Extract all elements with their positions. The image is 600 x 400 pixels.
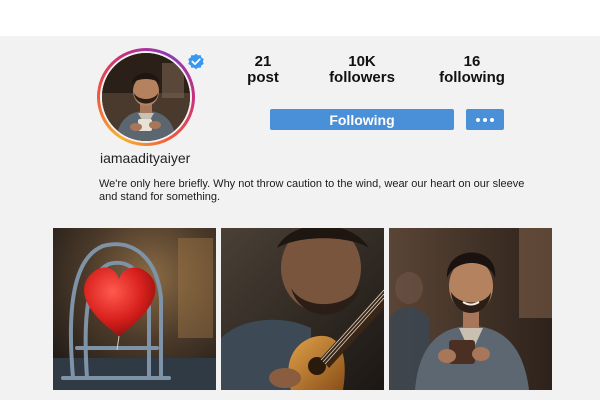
post-image xyxy=(53,228,216,390)
stat-followers-value: 10K xyxy=(348,53,376,70)
stat-posts-value: 21 xyxy=(254,53,272,70)
post-tile-heart-balloon[interactable] xyxy=(53,228,216,390)
avatar[interactable] xyxy=(102,53,190,141)
stat-following-value: 16 xyxy=(463,53,481,70)
post-image xyxy=(389,228,552,390)
stat-posts-label: post xyxy=(247,69,279,86)
stat-followers-label: followers xyxy=(329,69,395,86)
more-horizontal-icon xyxy=(476,117,480,122)
post-tile-coffee[interactable] xyxy=(389,228,552,390)
profile-username: iamaadityaiyer xyxy=(100,150,191,166)
stat-posts[interactable]: 21 post xyxy=(233,54,293,86)
stat-following[interactable]: 16 following xyxy=(432,54,512,86)
avatar-photo xyxy=(102,53,190,141)
more-options-button[interactable] xyxy=(466,109,504,130)
verified-badge-icon xyxy=(188,53,204,70)
stat-following-label: following xyxy=(439,69,505,86)
post-tile-guitar[interactable] xyxy=(221,228,384,390)
avatar-story-ring[interactable] xyxy=(97,48,195,146)
following-button[interactable]: Following xyxy=(270,109,454,130)
post-image xyxy=(221,228,384,390)
profile-bio: We're only here briefly. Why not throw c… xyxy=(99,178,525,203)
stat-followers[interactable]: 10K followers xyxy=(322,54,402,86)
